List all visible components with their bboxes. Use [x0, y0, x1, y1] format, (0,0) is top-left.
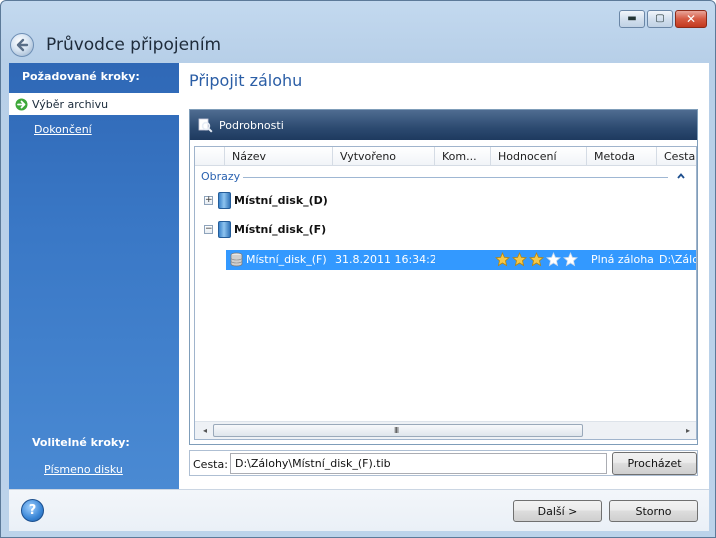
optional-steps-header: Volitelné kroky: [32, 436, 130, 449]
next-button[interactable]: Další > [513, 500, 602, 522]
cell-path: D:\Zálo [659, 253, 697, 266]
chevron-up-icon[interactable] [675, 170, 687, 182]
details-panel-header: Podrobnosti [190, 110, 697, 140]
required-steps-header: Požadované kroky: [22, 70, 140, 83]
path-input[interactable] [230, 453, 607, 474]
scrollbar-thumb[interactable]: III [213, 424, 583, 437]
horizontal-scrollbar[interactable]: ◂ III ▸ [195, 421, 696, 439]
page-title: Připojit zálohu [189, 71, 303, 90]
column-header-comment[interactable]: Kom... [435, 147, 491, 166]
path-row: Cesta: Procházet [189, 450, 698, 476]
expand-plus-icon[interactable]: + [204, 196, 213, 205]
column-header-path[interactable]: Cesta [657, 147, 696, 166]
path-label: Cesta: [193, 458, 228, 471]
star-icon [546, 252, 561, 267]
green-arrow-icon [15, 98, 28, 110]
disk-icon [218, 221, 231, 238]
title-bar: Průvodce připojením ▬ ▢ ✕ [1, 1, 715, 61]
star-icon [563, 252, 578, 267]
tree-item-disk-d[interactable]: + Místní_disk_(D) [195, 191, 696, 211]
column-header-row: Název Vytvořeno Kom... Hodnocení Metoda … [195, 147, 696, 166]
close-icon: ✕ [685, 12, 697, 26]
wizard-sidebar: Požadované kroky: Výběr archivu Dokončen… [9, 63, 179, 489]
wizard-footer: ? Další > Storno [9, 489, 709, 531]
magnifier-icon [198, 118, 213, 133]
group-divider [243, 177, 668, 178]
cell-name: Místní_disk_(F) [246, 253, 327, 266]
star-icon [512, 252, 527, 267]
star-icon [495, 252, 510, 267]
collapse-minus-icon[interactable]: − [204, 225, 213, 234]
group-row-images[interactable]: Obrazy [195, 168, 696, 186]
column-header-created[interactable]: Vytvořeno [333, 147, 435, 166]
column-header-rating[interactable]: Hodnocení [491, 147, 587, 166]
star-icon [529, 252, 544, 267]
details-panel-title: Podrobnosti [219, 118, 284, 132]
cell-created: 31.8.2011 16:34:24 [335, 253, 435, 266]
main-content: Připojit zálohu Podrobnosti Název Vytvoř… [179, 63, 709, 489]
scrollbar-grip: III [394, 426, 399, 435]
column-header-method[interactable]: Metoda [587, 147, 657, 166]
rating-stars [495, 252, 578, 267]
wizard-window: Průvodce připojením ▬ ▢ ✕ Požadované kro… [0, 0, 716, 538]
backup-archive-icon [230, 252, 243, 267]
scroll-right-icon[interactable]: ▸ [682, 425, 694, 437]
cancel-button[interactable]: Storno [609, 500, 698, 522]
cell-method: Plná záloha [591, 253, 654, 266]
column-header-name[interactable]: Název [225, 147, 333, 166]
sidebar-item-label: Výběr archivu [32, 97, 109, 111]
table-row-selected[interactable]: Místní_disk_(F) 31.8.2011 16:34:24 Plná … [226, 250, 697, 270]
back-button[interactable] [10, 33, 34, 57]
archive-list: Název Vytvořeno Kom... Hodnocení Metoda … [194, 146, 697, 440]
window-controls: ▬ ▢ ✕ [619, 10, 707, 28]
back-arrow-icon [16, 38, 29, 52]
minimize-button[interactable]: ▬ [619, 10, 645, 28]
group-label: Obrazy [201, 170, 241, 183]
maximize-icon: ▢ [655, 13, 665, 24]
disk-icon [218, 192, 231, 209]
tree-item-label: Místní_disk_(F) [234, 223, 327, 236]
close-button[interactable]: ✕ [675, 10, 707, 28]
sidebar-item-select-archive[interactable]: Výběr archivu [9, 93, 179, 115]
sidebar-item-finish[interactable]: Dokončení [34, 123, 92, 136]
tree-item-label: Místní_disk_(D) [234, 194, 328, 207]
column-header-icon [195, 147, 225, 166]
scroll-left-icon[interactable]: ◂ [199, 425, 211, 437]
details-panel: Podrobnosti Název Vytvořeno Kom... Hodno… [189, 109, 698, 445]
browse-button[interactable]: Procházet [612, 452, 697, 475]
maximize-button[interactable]: ▢ [647, 10, 673, 28]
window-title: Průvodce připojením [46, 35, 222, 55]
tree-item-disk-f[interactable]: − Místní_disk_(F) [195, 220, 696, 240]
minimize-icon: ▬ [627, 13, 637, 24]
help-icon[interactable]: ? [21, 499, 44, 522]
sidebar-item-drive-letter[interactable]: Písmeno disku [44, 463, 123, 476]
